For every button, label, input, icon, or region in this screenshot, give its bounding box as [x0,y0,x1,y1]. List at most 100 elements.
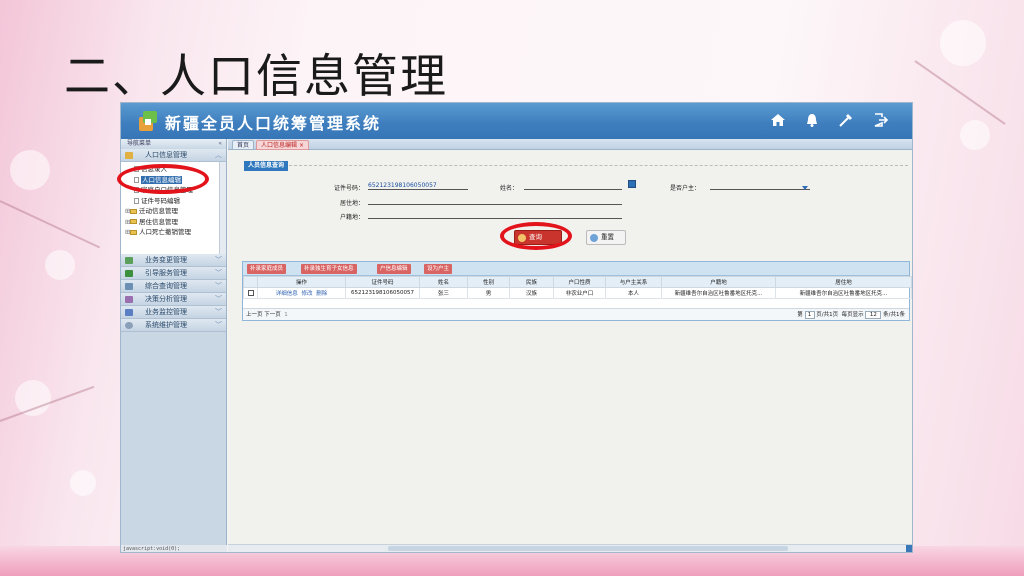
column-header: 民族 [509,276,554,288]
app-title: 新疆全员人口统筹管理系统 [165,114,382,133]
tree-item-migration[interactable]: ⊞ 迁动信息管理 [125,206,224,217]
chevron-up-icon: ︿ [215,151,222,159]
tools-icon[interactable] [838,112,854,128]
current-page-number[interactable]: 1 [284,312,288,318]
scroll-right-arrow-icon[interactable] [906,545,912,552]
tab-bar: 首页 人口信息编辑 × [228,139,912,150]
tree-item-death-revoke[interactable]: ⊞ 人口死亡撤销管理 [125,227,224,238]
folder-icon [130,229,137,235]
name-picker-button[interactable] [628,180,636,188]
tree-scrollbar[interactable] [219,162,226,254]
row-checkbox[interactable] [247,289,254,296]
grid-toolbar: 补录家庭成员 补录独生育子女信息 户信息编辑 设为户主 [243,262,909,276]
add-only-child-button[interactable]: 补录独生育子女信息 [301,264,357,274]
chevron-down-icon: ﹀ [215,321,222,329]
cell-hukou-type: 非农业户口 [553,287,606,299]
sidebar-menu-maintenance[interactable]: 系统维护管理 ﹀ [121,319,226,332]
household-head-select[interactable] [710,182,810,190]
reset-button-label: 重置 [601,233,614,241]
sidebar-collapse-button[interactable]: « [218,139,222,149]
name-field[interactable] [524,182,622,190]
delete-link[interactable]: 删除 [316,291,327,297]
reset-icon [590,234,598,242]
hukou-place-field[interactable] [368,211,622,219]
sidebar-menu-label: 人口信息管理 [145,151,187,159]
tree-item-label: 人口死亡撤销管理 [139,228,191,236]
view-details-link[interactable]: 详细信息 [276,291,298,297]
hukou-place-label: 户籍地： [340,214,365,221]
chevron-down-icon: ﹀ [215,282,222,290]
tree-item-label: 迁动信息管理 [139,207,178,215]
status-bar-text: javascript:void(0); [121,545,227,552]
tab-population-edit[interactable]: 人口信息编辑 × [256,140,309,150]
household-head-label: 是否户主： [670,185,701,192]
residence-label: 居住地： [340,200,365,207]
bell-icon[interactable] [804,112,820,128]
scrollbar-thumb[interactable] [388,546,788,551]
tree-item-label: 信息录入 [141,165,167,173]
tree-item-label: 证件号码编辑 [141,196,180,205]
name-label: 姓名： [500,185,519,192]
main-content: 首页 人口信息编辑 × 人员信息查询 证件号码： 652123198106050… [228,139,912,552]
sidebar-tree: 信息录入 人口信息编辑 家庭户口信息管理 证件号码编辑 ⊞ 迁动信息管理 ⊞ 居住信… [121,162,226,254]
tab-home[interactable]: 首页 [232,140,255,150]
cell-ethnicity: 汉族 [509,287,554,299]
set-household-head-button[interactable]: 设为户主 [424,264,453,274]
sidebar-menu-monitoring[interactable]: 业务监控管理 ﹀ [121,306,226,319]
home-icon[interactable] [770,112,786,128]
pager-right: 第 1 页/共1页 每页显示 12 条/共1条 [797,309,905,321]
monitoring-icon [125,309,133,316]
sidebar-menu-query[interactable]: 综合查询管理 ﹀ [121,280,226,293]
dropdown-arrow-icon[interactable] [802,186,808,190]
chevron-down-icon: ﹀ [215,269,222,277]
tree-item-info-entry[interactable]: 信息录入 [125,164,224,175]
edit-household-button[interactable]: 户信息编辑 [377,264,411,274]
sidebar-menu-label: 业务变更管理 [145,256,187,264]
column-header: 居住地 [775,276,912,288]
document-icon [134,187,139,193]
id-number-field[interactable]: 652123198106050057 [368,182,468,190]
sidebar-menu-label: 业务监控管理 [145,308,187,316]
page-size-select[interactable]: 12 [865,310,882,319]
sidebar-menu-population[interactable]: 人口信息管理 ︿ [121,149,226,162]
business-change-icon [125,257,133,264]
tree-item-household[interactable]: 家庭户口信息管理 [125,185,224,196]
add-family-member-button[interactable]: 补录家庭成员 [247,264,287,274]
sidebar: 导航菜单 « 人口信息管理 ︿ 信息录入 人口信息编辑 家庭户口信息管理 证件号… [121,139,227,552]
logout-icon[interactable] [872,112,888,128]
tree-item-id-edit[interactable]: 证件号码编辑 [125,196,224,207]
reset-button[interactable]: 重置 [586,230,626,245]
page-select[interactable]: 1 [804,310,815,319]
query-legend: 人员信息查询 [244,161,289,171]
maintenance-icon [125,322,133,329]
blossom-decoration [940,20,986,66]
chevron-down-icon: ﹀ [215,308,222,316]
horizontal-scrollbar[interactable] [228,544,912,552]
blossom-decoration [70,470,96,496]
slide-title: 二、人口信息管理 [64,49,448,103]
prev-page-link[interactable]: 上一页 [246,312,263,318]
blossom-decoration [10,150,50,190]
cell-name: 张三 [419,287,468,299]
sidebar-menu-analysis[interactable]: 决策分析管理 ﹀ [121,293,226,306]
next-page-link[interactable]: 下一页 [264,312,281,318]
search-button[interactable]: 查询 [514,230,562,245]
residence-field[interactable] [368,197,622,205]
sidebar-menu-list: 业务变更管理 ﹀ 引导服务管理 ﹀ 综合查询管理 ﹀ 决策分析管理 ﹀ 业务监控管理 ﹀ … [121,254,226,332]
edit-link[interactable]: 修改 [301,291,312,297]
table-row[interactable]: 详细信息 修改 删除 652123198106050057 张三 男 汉族 非农… [243,287,912,299]
guidance-icon [125,270,133,277]
sidebar-menu-business-change[interactable]: 业务变更管理 ﹀ [121,254,226,267]
tab-close-button[interactable]: × [299,142,304,149]
tree-item-population-edit[interactable]: 人口信息编辑 [125,175,224,186]
search-icon [518,234,526,242]
page-suffix: 页/共1页 [816,312,839,318]
pager-left: 上一页 下一页 1 [246,309,288,321]
folder-icon [130,219,137,224]
header-icon-group [770,112,888,128]
chevron-down-icon: ﹀ [215,256,222,264]
query-fieldset: 人员信息查询 证件号码： 652123198106050057 姓名： 是否户主… [244,161,908,241]
sidebar-menu-guidance[interactable]: 引导服务管理 ﹀ [121,267,226,280]
sidebar-menu-label: 系统维护管理 [145,321,187,329]
tree-item-residence[interactable]: ⊞ 居住信息管理 [125,217,224,228]
